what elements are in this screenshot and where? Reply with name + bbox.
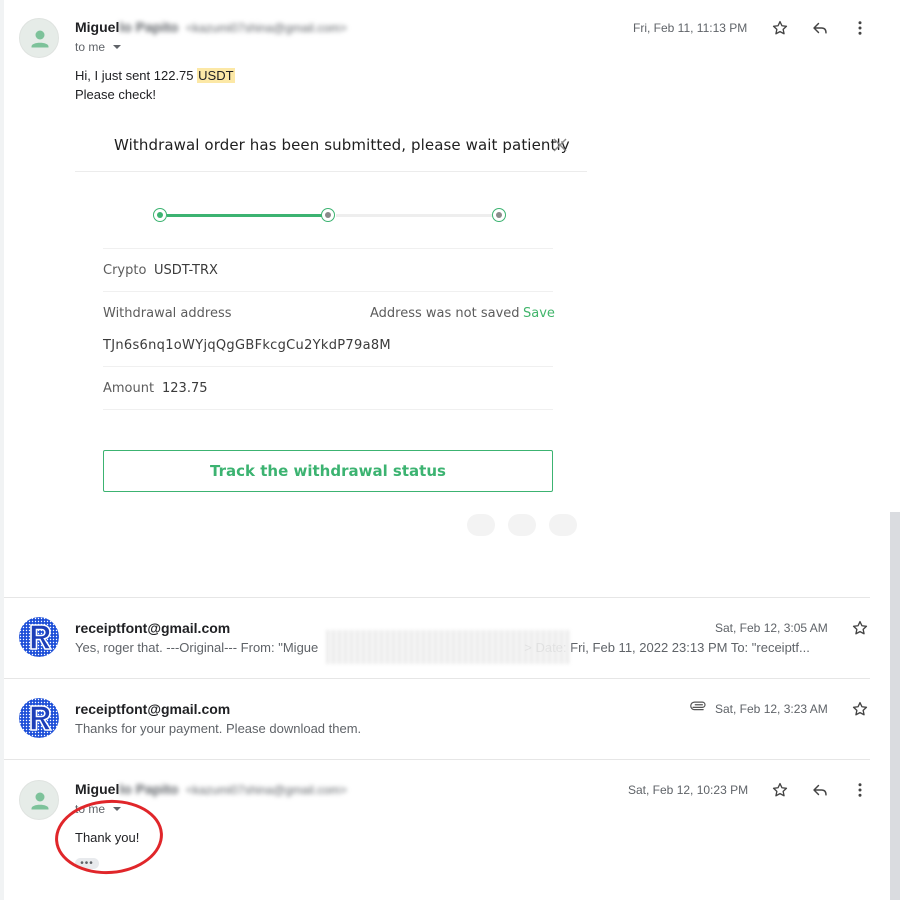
receipt-logo-icon: [19, 698, 59, 738]
amount-label: Amount: [103, 381, 155, 396]
progress-step-3: [492, 208, 506, 222]
star-icon: [852, 620, 868, 635]
email-body-line2: Please check!: [75, 87, 156, 102]
star-button[interactable]: [770, 18, 790, 38]
reply-button[interactable]: [810, 780, 830, 800]
star-button[interactable]: [850, 618, 870, 638]
star-button[interactable]: [850, 699, 870, 719]
sender-name-text: Miguel: [75, 19, 120, 35]
highlighted-term: USDT: [197, 68, 235, 83]
sender-name[interactable]: Miguello Papito: [75, 781, 178, 797]
progress-step-2: [321, 208, 335, 222]
card-divider: [103, 366, 553, 367]
faded-element: [508, 514, 536, 536]
paperclip-icon: [690, 701, 706, 711]
faded-element: [549, 514, 577, 536]
attachment-indicator: [690, 700, 708, 719]
card-title-divider: [75, 171, 587, 172]
card-divider: [103, 409, 553, 410]
receipt-logo-icon: [19, 617, 59, 657]
email-date: Fri, Feb 11, 11:13 PM: [633, 21, 748, 35]
email-body: Hi, I just sent 122.75 USDT Please check…: [75, 66, 235, 104]
chevron-down-icon: [113, 45, 122, 49]
sender-avatar[interactable]: [19, 698, 59, 738]
email-date: Sat, Feb 12, 3:05 AM: [715, 621, 828, 635]
progress-bar-empty: [336, 214, 492, 217]
scrollbar-thumb[interactable]: [890, 512, 900, 900]
more-vert-icon: [858, 21, 862, 35]
address-label: Withdrawal address: [103, 306, 232, 321]
redaction-blur: [326, 630, 570, 664]
recipient-label: to me: [75, 40, 106, 54]
close-button[interactable]: [553, 138, 567, 152]
card-divider: [103, 291, 553, 292]
sender-avatar[interactable]: [19, 780, 59, 820]
sender-name[interactable]: Miguello Papito: [75, 19, 178, 35]
address-status: Address was not saved: [370, 306, 520, 321]
reply-button[interactable]: [810, 18, 830, 38]
sender-email: <kazumi07shina@gmail.com>: [186, 21, 347, 35]
more-vert-icon: [858, 783, 862, 797]
track-withdrawal-button[interactable]: Track the withdrawal status: [103, 450, 553, 492]
progress-step-1: [153, 208, 167, 222]
sender-name-redacted: lo Papito: [119, 19, 179, 35]
recipient-toggle[interactable]: to me: [75, 40, 122, 54]
star-button[interactable]: [770, 780, 790, 800]
sender-name[interactable]: receiptfont@gmail.com: [75, 701, 230, 717]
reply-icon: [813, 784, 827, 796]
email-body-line1: Hi, I just sent 122.75 USDT: [75, 66, 235, 85]
body-text: Hi, I just sent 122.75: [75, 68, 194, 83]
more-button[interactable]: [850, 780, 870, 800]
close-icon: [553, 138, 567, 152]
email-date: Sat, Feb 12, 3:23 AM: [715, 702, 828, 716]
sender-name-redacted: lo Papito: [119, 781, 179, 797]
email-snippet[interactable]: Thanks for your payment. Please download…: [75, 721, 361, 736]
message-divider: [4, 678, 870, 679]
crypto-value: USDT-TRX: [154, 263, 218, 278]
email-thread: Miguello Papito <kazumi07shina@gmail.com…: [0, 0, 900, 900]
card-title: Withdrawal order has been submitted, ple…: [114, 136, 570, 154]
star-icon: [772, 782, 788, 797]
red-annotation-circle: [52, 796, 166, 878]
snippet-start: Yes, roger that. ---Original--- From: "M…: [75, 640, 319, 655]
amount-value: 123.75: [162, 381, 208, 396]
sender-avatar[interactable]: [19, 18, 59, 58]
message-divider: [4, 597, 870, 598]
sender-name-text: Miguel: [75, 781, 120, 797]
star-icon: [852, 701, 868, 716]
card-divider: [103, 248, 553, 249]
message-divider: [4, 759, 870, 760]
star-icon: [772, 20, 788, 35]
person-icon: [31, 30, 49, 48]
crypto-label: Crypto: [103, 263, 147, 278]
reply-icon: [813, 22, 827, 34]
more-button[interactable]: [850, 18, 870, 38]
person-icon: [31, 792, 49, 810]
progress-bar-filled: [167, 214, 322, 217]
sender-avatar[interactable]: [19, 617, 59, 657]
sender-name[interactable]: receiptfont@gmail.com: [75, 620, 230, 636]
email-date: Sat, Feb 12, 10:23 PM: [628, 783, 749, 797]
address-value: TJn6s6nq1oWYjqQgGBFkcgCu2YkdP79a8M: [103, 338, 391, 353]
faded-element: [467, 514, 495, 536]
sender-email: <kazumi07shina@gmail.com>: [186, 783, 347, 797]
save-address-link[interactable]: Save: [523, 306, 555, 321]
left-edge: [0, 0, 4, 900]
